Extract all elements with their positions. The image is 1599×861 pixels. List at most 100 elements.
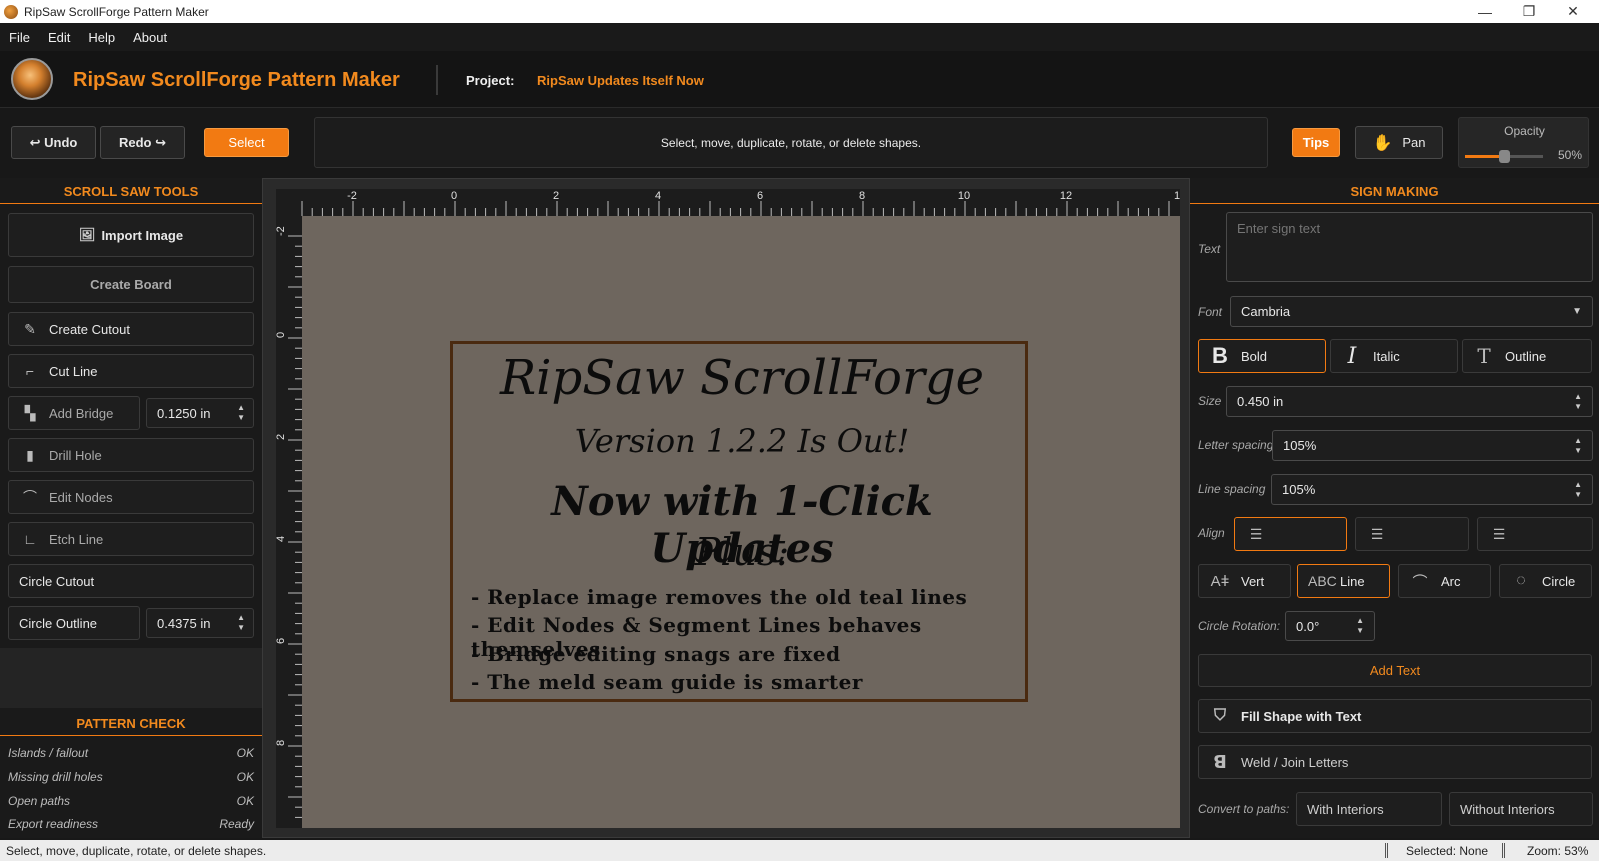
sign-bullet: - Bridge editing snags are fixed xyxy=(471,642,841,666)
app-logo xyxy=(11,58,53,100)
spin-arrows-icon[interactable]: ▲ ▼ xyxy=(237,403,245,423)
pan-button[interactable]: ✋ Pan xyxy=(1355,126,1443,159)
spin-arrows-icon[interactable]: ▲ ▼ xyxy=(1574,436,1582,456)
size-input[interactable]: 0.450 in ▲ ▼ xyxy=(1226,386,1593,417)
without-interiors-button[interactable]: Without Interiors xyxy=(1449,792,1593,826)
pencil-icon: ✎ xyxy=(24,320,36,337)
import-image-button[interactable]: 🖼 Import Image xyxy=(8,213,254,257)
mode-vert-label: Vert xyxy=(1241,573,1265,589)
add-text-button[interactable]: Add Text xyxy=(1198,654,1592,687)
outline-toggle[interactable]: T Outline xyxy=(1462,339,1592,373)
outline-icon: T xyxy=(1477,344,1491,368)
create-board-button[interactable]: Create Board xyxy=(8,266,254,303)
spin-arrows-icon[interactable]: ▲ ▼ xyxy=(1574,480,1582,500)
chevron-down-icon: ▼ xyxy=(1572,305,1582,317)
opacity-slider[interactable] xyxy=(1465,150,1543,163)
sign-text-input[interactable] xyxy=(1226,212,1593,282)
circle-rotation-input[interactable]: 0.0° ▲ ▼ xyxy=(1285,611,1375,641)
mode-line-button[interactable]: ABC Line xyxy=(1297,564,1390,598)
status-bar: Select, move, duplicate, rotate, or dele… xyxy=(0,840,1599,861)
check-name: Open paths xyxy=(8,794,71,808)
mode-arc-button[interactable]: ⌒ Arc xyxy=(1398,564,1491,598)
spin-arrows-icon[interactable]: ▲ ▼ xyxy=(1574,392,1582,412)
app-header: RipSaw ScrollForge Pattern Maker Project… xyxy=(0,51,1599,108)
align-center-button[interactable]: ☰ xyxy=(1355,517,1469,551)
line-text-icon: ABC xyxy=(1308,573,1337,589)
ruler-label: 8 xyxy=(859,190,865,202)
select-tool-button[interactable]: Select xyxy=(204,128,289,157)
weld-letters-button[interactable]: ꓭ Weld / Join Letters xyxy=(1198,745,1592,779)
add-bridge-button[interactable]: ▚ Add Bridge xyxy=(8,396,140,430)
opacity-slider-handle[interactable] xyxy=(1499,150,1510,163)
ruler-label: 8 xyxy=(276,740,287,746)
mode-circle-button[interactable]: ◌ Circle xyxy=(1499,564,1592,598)
pan-label: Pan xyxy=(1402,135,1426,150)
arc-text-icon: ⌒ xyxy=(1412,573,1428,591)
tools-panel-spacer xyxy=(0,648,262,708)
edit-nodes-button[interactable]: ⌒ Edit Nodes xyxy=(8,480,254,514)
bold-toggle[interactable]: B Bold xyxy=(1198,339,1326,373)
mode-arc-label: Arc xyxy=(1441,573,1461,589)
circle-cutout-button[interactable]: Circle Cutout xyxy=(8,564,254,598)
drill-hole-button[interactable]: ▮ Drill Hole xyxy=(8,438,254,472)
menu-edit[interactable]: Edit xyxy=(39,30,79,45)
pattern-check-title: PATTERN CHECK xyxy=(76,716,186,731)
sign-line-title: RipSaw ScrollForge xyxy=(499,350,985,406)
cut-line-label: Cut Line xyxy=(49,363,98,379)
menu-bar: File Edit Help About xyxy=(0,23,1599,51)
align-right-button[interactable]: ☰ xyxy=(1477,517,1593,551)
font-select-value: Cambria xyxy=(1241,304,1291,319)
app-title: RipSaw ScrollForge Pattern Maker xyxy=(73,69,400,91)
menu-help[interactable]: Help xyxy=(79,30,124,45)
align-left-button[interactable]: ☰ xyxy=(1234,517,1347,551)
minimize-button[interactable]: — xyxy=(1463,0,1507,23)
menu-about[interactable]: About xyxy=(124,30,176,45)
size-label: Size xyxy=(1198,394,1222,408)
undo-button[interactable]: ↩ Undo xyxy=(11,126,96,159)
italic-label: Italic xyxy=(1373,348,1400,364)
bridge-width-input[interactable]: 0.1250 in ▲ ▼ xyxy=(146,398,254,428)
check-row-export-readiness: Export readiness Ready xyxy=(8,813,254,835)
circle-outline-label: Circle Outline xyxy=(19,615,98,631)
redo-button[interactable]: Redo ↪ xyxy=(100,126,185,159)
check-status: OK xyxy=(236,794,254,808)
circle-cutout-label: Circle Cutout xyxy=(19,573,95,589)
ruler-label: -2 xyxy=(276,226,287,236)
horizontal-ruler: -2 0 2 4 6 8 10 12 1 xyxy=(300,189,1180,216)
restore-button[interactable]: ❐ xyxy=(1507,0,1551,23)
sign-text-group[interactable]: RipSaw ScrollForge Version 1.2.2 Is Out!… xyxy=(450,341,1028,702)
create-cutout-button[interactable]: ✎ Create Cutout xyxy=(8,312,254,346)
circle-text-icon: ◌ xyxy=(1516,572,1526,589)
ruler-label: 12 xyxy=(1060,190,1072,202)
circle-outline-input[interactable]: 0.4375 in ▲ ▼ xyxy=(146,608,254,638)
bold-icon: B xyxy=(1212,343,1228,368)
with-interiors-button[interactable]: With Interiors xyxy=(1296,792,1442,826)
etch-line-button[interactable]: ∟ Etch Line xyxy=(8,522,254,556)
italic-icon: I xyxy=(1347,343,1357,369)
image-icon: 🖼 xyxy=(78,227,96,242)
bold-label: Bold xyxy=(1241,348,1268,364)
circle-rotation-label: Circle Rotation: xyxy=(1198,619,1281,633)
close-button[interactable]: ✕ xyxy=(1551,0,1595,23)
spin-arrows-icon[interactable]: ▲ ▼ xyxy=(1356,616,1364,636)
mode-vert-button[interactable]: Aǂ Vert xyxy=(1198,564,1291,598)
fill-shape-with-text-button[interactable]: ⛉ Fill Shape with Text xyxy=(1198,699,1592,733)
project-name: RipSaw Updates Itself Now xyxy=(537,73,704,88)
spin-arrows-icon[interactable]: ▲ ▼ xyxy=(237,613,245,633)
ruler-label: 0 xyxy=(276,332,287,338)
app-icon xyxy=(4,4,18,19)
tips-button[interactable]: Tips xyxy=(1292,128,1340,157)
ruler-label: 6 xyxy=(757,190,763,202)
sign-line-plus: Plus: xyxy=(694,530,790,574)
cut-line-button[interactable]: ⌐ Cut Line xyxy=(8,354,254,388)
ruler-corner xyxy=(276,189,300,216)
line-spacing-input[interactable]: 105% ▲ ▼ xyxy=(1271,474,1593,505)
font-select[interactable]: Cambria ▼ xyxy=(1230,296,1593,327)
circle-outline-button[interactable]: Circle Outline xyxy=(8,606,140,640)
letter-spacing-label: Letter spacing xyxy=(1198,438,1274,452)
letter-spacing-input[interactable]: 105% ▲ ▼ xyxy=(1272,430,1593,461)
menu-file[interactable]: File xyxy=(0,30,39,45)
italic-toggle[interactable]: I Italic xyxy=(1330,339,1458,373)
nodes-icon: ⌒ xyxy=(23,489,37,505)
without-interiors-label: Without Interiors xyxy=(1460,801,1555,817)
